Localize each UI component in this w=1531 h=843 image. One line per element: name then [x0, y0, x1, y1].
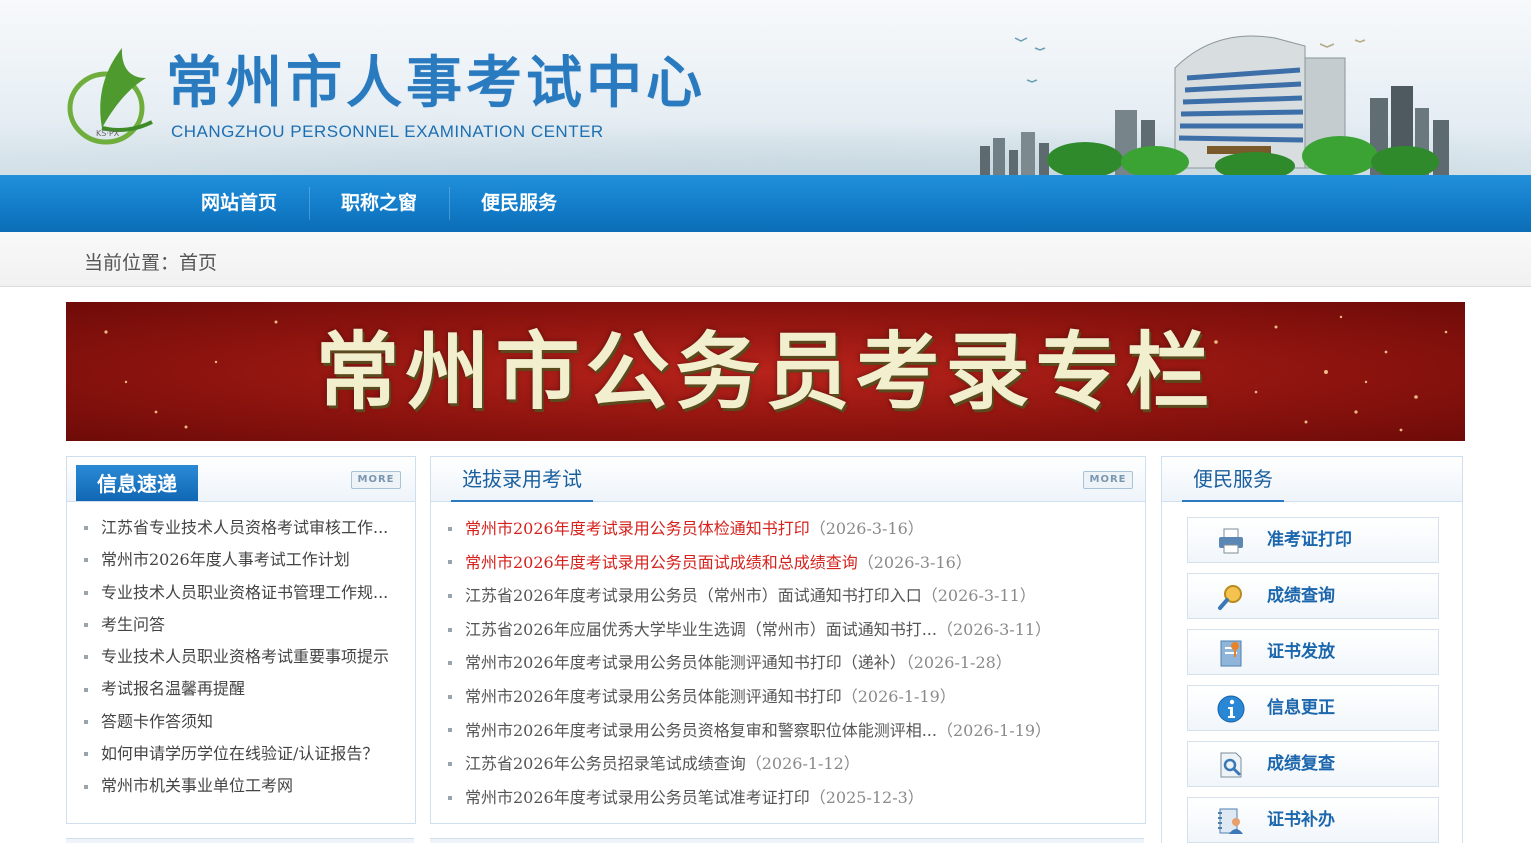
info-icon [1217, 695, 1245, 723]
service-button-certificate-reissue[interactable]: 证书补办 [1187, 797, 1439, 843]
list-item[interactable]: 常州市机关事业单位工考网 [84, 770, 389, 802]
item-date: （2026-3-11） [921, 586, 1036, 606]
next-panel-edge [430, 838, 1144, 843]
list-item[interactable]: 江苏省2026年度考试录用公务员（常州市）面试通知书打印入口（2026-3-11… [448, 579, 1051, 613]
nav-item-services[interactable]: 便民服务 [460, 175, 578, 232]
service-label: 信息更正 [1267, 698, 1335, 718]
item-title[interactable]: 常州市2026年度考试录用公务员面试成绩和总成绩查询 [465, 553, 858, 572]
info-list: 江苏省专业技术人员资格考试审核工作... 常州市2026年度人事考试工作计划 专… [84, 512, 389, 803]
site-header: KS·PX 常州市人事考试中心 CHANGZHOU PERSONNEL EXAM… [0, 0, 1531, 175]
nav-divider [449, 187, 450, 220]
item-title[interactable]: 常州市2026年度考试录用公务员资格复审和警察职位体能测评相... [465, 721, 937, 740]
list-item[interactable]: 常州市2026年度考试录用公务员资格复审和警察职位体能测评相...（2026-1… [448, 714, 1051, 748]
list-item[interactable]: 专业技术人员职业资格证书管理工作规... [84, 577, 389, 609]
list-item[interactable]: 专业技术人员职业资格考试重要事项提示 [84, 641, 389, 673]
item-date: （2026-3-11） [936, 619, 1052, 639]
item-date: （2026-3-16） [809, 519, 924, 538]
list-item[interactable]: 江苏省2026年应届优秀大学毕业生选调（常州市）面试通知书打...（2026-3… [448, 613, 1051, 647]
item-title[interactable]: 常州市2026年度考试录用公务员体检通知书打印 [465, 519, 810, 538]
service-panel-title[interactable]: 便民服务 [1182, 457, 1284, 502]
building-skyline-illustration [980, 35, 1449, 175]
breadcrumb-text: 当前位置：首页 [84, 252, 218, 274]
item-date: （2026-1-28） [905, 653, 1012, 673]
exam-list: 常州市2026年度考试录用公务员体检通知书打印（2026-3-16） 常州市20… [448, 512, 1051, 814]
item-title[interactable]: 江苏省2026年度考试录用公务员（常州市）面试通知书打印入口 [465, 586, 922, 605]
info-panel: 信息速递 MORE 江苏省专业技术人员资格考试审核工作... 常州市2026年度… [66, 456, 416, 824]
site-logo-icon[interactable]: KS·PX [66, 40, 158, 150]
civil-service-banner[interactable]: 常州市公务员考录专栏 [66, 302, 1465, 441]
site-subtitle: CHANGZHOU PERSONNEL EXAMINATION CENTER [171, 122, 604, 141]
item-date: （2026-1-12） [745, 754, 860, 774]
service-label: 成绩复查 [1267, 754, 1335, 774]
item-title[interactable]: 江苏省2026年公务员招录笔试成绩查询 [465, 754, 746, 773]
service-panel: 便民服务 准考证打印 成绩查询 证书发放 信息更正 成绩复查 证书补办 [1161, 456, 1463, 843]
info-panel-header: 信息速递 MORE [67, 457, 415, 502]
exam-more-button[interactable]: MORE [1083, 471, 1133, 489]
list-item[interactable]: 常州市2026年度考试录用公务员笔试准考证打印（2025-12-3） [448, 781, 1051, 815]
info-panel-title[interactable]: 信息速递 [76, 465, 198, 501]
exam-panel-header: 选拔录用考试 MORE [431, 457, 1145, 502]
list-item[interactable]: 江苏省2026年公务员招录笔试成绩查询（2026-1-12） [448, 747, 1051, 781]
list-item[interactable]: 常州市2026年度考试录用公务员体检通知书打印（2026-3-16） [448, 512, 1051, 546]
nav-item-home[interactable]: 网站首页 [180, 175, 298, 232]
item-date: （2025-12-3） [809, 787, 924, 807]
exam-panel: 选拔录用考试 MORE 常州市2026年度考试录用公务员体检通知书打印（2026… [430, 456, 1146, 824]
service-label: 准考证打印 [1267, 530, 1352, 550]
magnifier-icon [1218, 585, 1242, 610]
service-panel-header: 便民服务 [1162, 457, 1462, 502]
site-title: 常州市人事考试中心 [166, 51, 706, 116]
service-button-info-correction[interactable]: 信息更正 [1187, 685, 1439, 731]
info-more-button[interactable]: MORE [351, 471, 401, 489]
item-title[interactable]: 常州市2026年度考试录用公务员笔试准考证打印 [465, 788, 810, 807]
item-title[interactable]: 常州市2026年度考试录用公务员体能测评通知书打印 [465, 687, 842, 706]
service-label: 证书补办 [1267, 810, 1335, 830]
list-item[interactable]: 常州市2026年度考试录用公务员面试成绩和总成绩查询（2026-3-16） [448, 546, 1051, 580]
document-search-icon [1220, 752, 1242, 778]
list-item[interactable]: 常州市2026年度考试录用公务员体能测评通知书打印（递补）（2026-1-28） [448, 646, 1051, 680]
service-button-admission-print[interactable]: 准考证打印 [1187, 517, 1439, 563]
service-button-score-query[interactable]: 成绩查询 [1187, 573, 1439, 619]
next-panel-edge [66, 838, 414, 843]
service-label: 证书发放 [1267, 642, 1335, 662]
nav-divider [309, 187, 310, 220]
item-title[interactable]: 江苏省2026年应届优秀大学毕业生选调（常州市）面试通知书打... [465, 620, 937, 639]
list-item[interactable]: 考试报名温馨再提醒 [84, 673, 389, 705]
list-item[interactable]: 考生问答 [84, 609, 389, 641]
service-button-score-review[interactable]: 成绩复查 [1187, 741, 1439, 787]
breadcrumb: 当前位置：首页 [0, 232, 1531, 287]
certificate-icon [1220, 640, 1242, 667]
nav-item-title-window[interactable]: 职称之窗 [320, 175, 438, 232]
list-item[interactable]: 常州市2026年度考试录用公务员体能测评通知书打印（2026-1-19） [448, 680, 1051, 714]
printer-icon [1219, 528, 1243, 554]
list-item[interactable]: 如何申请学历学位在线验证/认证报告？ [84, 738, 389, 770]
service-label: 成绩查询 [1267, 586, 1335, 606]
list-item[interactable]: 答题卡作答须知 [84, 706, 389, 738]
item-date: （2026-1-19） [841, 686, 956, 706]
list-item[interactable]: 江苏省专业技术人员资格考试审核工作... [84, 512, 389, 544]
main-nav: 网站首页 职称之窗 便民服务 [0, 175, 1531, 232]
banner-title: 常州市公务员考录专栏 [315, 323, 1216, 421]
user-card-icon [1218, 808, 1243, 834]
item-date: （2026-1-19） [936, 720, 1052, 740]
list-item[interactable]: 常州市2026年度人事考试工作计划 [84, 544, 389, 576]
exam-panel-title[interactable]: 选拔录用考试 [451, 457, 593, 502]
item-date: （2026-3-16） [857, 552, 972, 572]
svg-text:KS·PX: KS·PX [96, 129, 120, 138]
item-title[interactable]: 常州市2026年度考试录用公务员体能测评通知书打印（递补） [465, 653, 906, 672]
service-button-certificate-issue[interactable]: 证书发放 [1187, 629, 1439, 675]
